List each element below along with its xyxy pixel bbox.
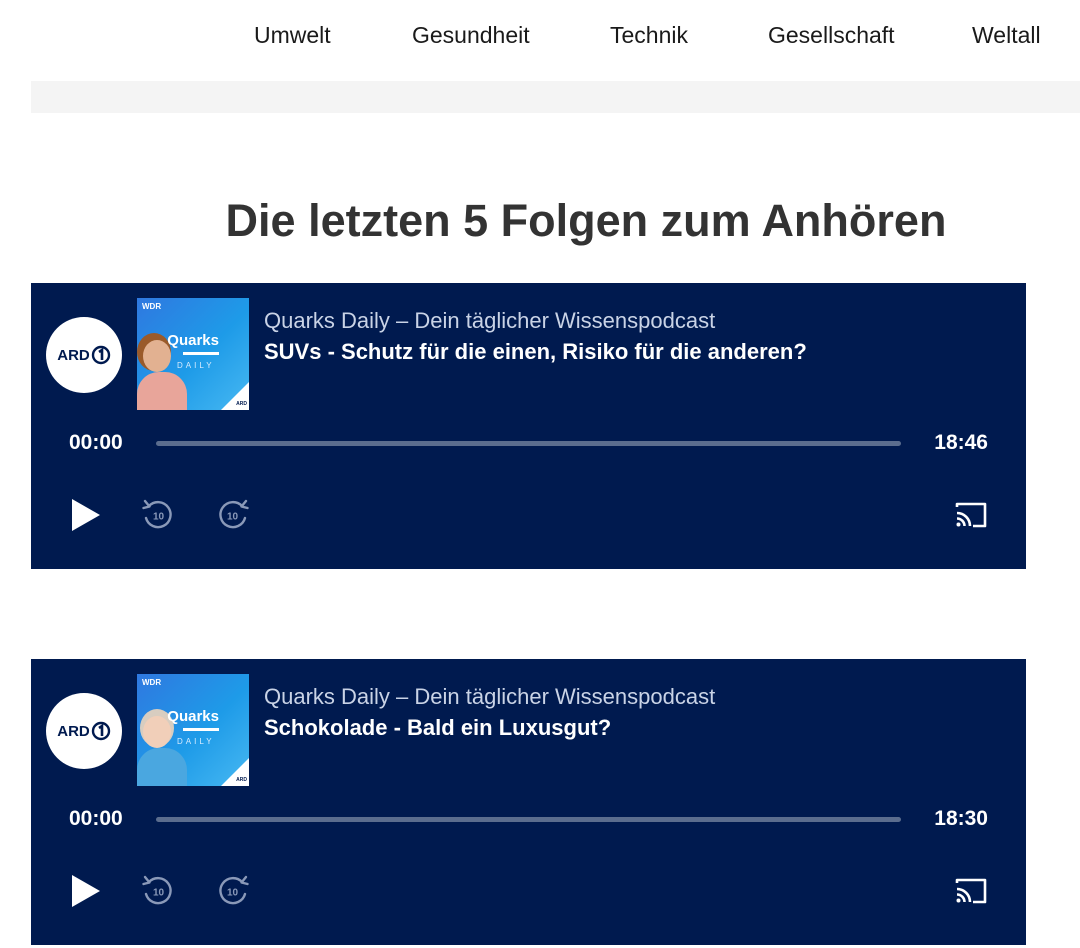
ard-one-icon [91,345,110,365]
rewind-10-button[interactable]: 10 [140,873,176,909]
forward-10-button[interactable]: 10 [215,497,251,533]
rewind-seconds: 10 [153,888,165,899]
rewind-seconds: 10 [153,512,165,523]
episode-title[interactable]: SUVs - Schutz für die einen, Risiko für … [264,339,807,365]
progress-bar[interactable] [156,441,901,446]
cover-subtitle: DAILY [177,737,215,746]
forward-10-icon: 10 [219,875,249,905]
podcast-name[interactable]: Quarks Daily – Dein täglicher Wissenspod… [264,684,715,710]
nav-item-gesellschaft[interactable]: Gesellschaft [768,22,895,49]
play-icon [72,875,100,907]
cover-badge: ARD [236,401,247,407]
cover-title: Quarks [167,708,219,725]
current-time: 00:00 [69,807,123,830]
rewind-10-icon: 10 [142,875,172,905]
section-heading: Die letzten 5 Folgen zum Anhören [225,195,947,246]
nav-item-technik[interactable]: Technik [610,22,688,49]
forward-seconds: 10 [227,512,239,523]
audio-player: ARD WDR Quarks DAILY ARD Quarks Daily – … [31,283,1026,569]
cover-publisher: WDR [142,302,162,311]
ard-logo[interactable]: ARD [46,317,122,393]
nav-item-gesundheit[interactable]: Gesundheit [412,22,530,49]
top-navigation: Umwelt Gesundheit Technik Gesellschaft W… [0,0,1080,76]
play-button[interactable] [68,873,104,909]
forward-10-icon: 10 [219,499,249,529]
forward-10-button[interactable]: 10 [215,873,251,909]
ard-one-icon [91,721,110,741]
cover-title: Quarks [167,332,219,349]
podcast-cover: WDR Quarks DAILY ARD [137,674,249,786]
cover-person-body [137,748,187,786]
cast-icon [955,878,987,904]
audio-player: ARD WDR Quarks DAILY ARD Quarks Daily – … [31,659,1026,945]
rewind-10-icon: 10 [142,499,172,529]
current-time: 00:00 [69,431,123,454]
podcast-cover: WDR Quarks DAILY ARD [137,298,249,410]
podcast-name[interactable]: Quarks Daily – Dein täglicher Wissenspod… [264,308,715,334]
rewind-10-button[interactable]: 10 [140,497,176,533]
cover-subtitle: DAILY [177,361,215,370]
cover-divider [183,728,219,731]
cast-icon [955,502,987,528]
progress-bar[interactable] [156,817,901,822]
duration: 18:46 [934,431,988,454]
ard-logo-text: ARD [57,346,90,364]
cover-person-body [137,372,187,410]
episode-title[interactable]: Schokolade - Bald ein Luxusgut? [264,715,611,741]
forward-seconds: 10 [227,888,239,899]
nav-item-umwelt[interactable]: Umwelt [254,22,331,49]
cast-button[interactable] [953,497,989,533]
ard-logo[interactable]: ARD [46,693,122,769]
nav-sub-bar [31,81,1080,113]
duration: 18:30 [934,807,988,830]
ard-logo-text: ARD [57,722,90,740]
cover-divider [183,352,219,355]
cover-badge: ARD [236,777,247,783]
cover-publisher: WDR [142,678,162,687]
play-button[interactable] [68,497,104,533]
play-icon [72,499,100,531]
nav-item-weltall[interactable]: Weltall [972,22,1041,49]
cast-button[interactable] [953,873,989,909]
